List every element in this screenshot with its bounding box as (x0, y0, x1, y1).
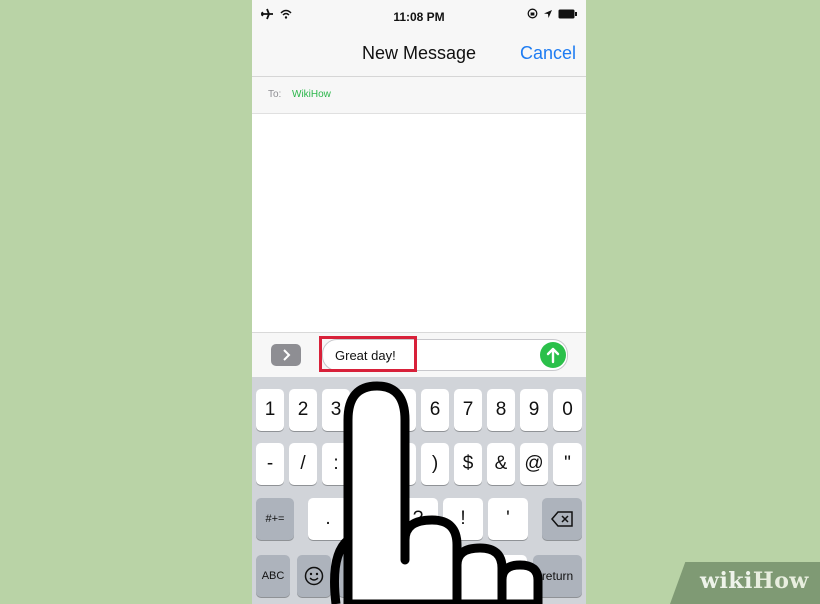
return-key[interactable]: return (533, 555, 582, 597)
key-colon[interactable]: : (322, 443, 350, 485)
key-question[interactable]: ? (398, 498, 438, 540)
key-period[interactable]: . (308, 498, 348, 540)
dictation-key[interactable] (338, 555, 372, 597)
lock-rotation-icon (527, 8, 538, 19)
key-close-paren[interactable]: ) (421, 443, 449, 485)
key-3[interactable]: 3 (322, 389, 350, 431)
recipient-label: To: (268, 89, 282, 100)
space-key[interactable]: space (377, 555, 527, 597)
key-5[interactable]: 5 (388, 389, 416, 431)
key-open-paren[interactable]: ( (388, 443, 416, 485)
recipient-name[interactable]: WikiHow (292, 89, 331, 100)
key-7[interactable]: 7 (454, 389, 482, 431)
key-4[interactable]: 4 (355, 389, 383, 431)
wikihow-logo: wikiHow (700, 568, 809, 594)
highlight-annotation (319, 336, 417, 372)
navigation-bar: New Message Cancel (252, 30, 586, 77)
key-at[interactable]: @ (520, 443, 548, 485)
emoji-icon (304, 566, 324, 586)
chevron-right-icon (283, 349, 291, 361)
key-ampersand[interactable]: & (487, 443, 515, 485)
delete-key[interactable] (542, 498, 582, 540)
symbols-key[interactable]: #+= (256, 498, 294, 540)
key-comma[interactable]: , (353, 498, 393, 540)
logo-how: How (752, 568, 809, 594)
status-bar: 11:08 PM (252, 0, 586, 30)
cancel-button[interactable]: Cancel (520, 43, 576, 64)
key-exclamation[interactable]: ! (443, 498, 483, 540)
phone-screen: 11:08 PM New Message Cancel To: WikiHow … (252, 0, 586, 604)
key-semicolon[interactable]: ; (355, 443, 383, 485)
key-9[interactable]: 9 (520, 389, 548, 431)
send-arrow-up-icon (546, 347, 560, 364)
location-arrow-icon (544, 9, 552, 18)
key-2[interactable]: 2 (289, 389, 317, 431)
key-hyphen[interactable]: - (256, 443, 284, 485)
key-apostrophe[interactable]: ' (488, 498, 528, 540)
emoji-key[interactable] (297, 555, 331, 597)
abc-key[interactable]: ABC (256, 555, 290, 597)
status-right (527, 8, 578, 19)
key-slash[interactable]: / (289, 443, 317, 485)
key-0[interactable]: 0 (553, 389, 582, 431)
key-1[interactable]: 1 (256, 389, 284, 431)
send-button[interactable] (540, 342, 566, 368)
key-quote[interactable]: " (553, 443, 582, 485)
key-6[interactable]: 6 (421, 389, 449, 431)
keyboard: 1 2 3 4 5 6 7 8 9 0 - / : ; ( ) $ & @ " … (252, 377, 586, 604)
recipient-field[interactable]: To: WikiHow (252, 77, 586, 114)
battery-icon (558, 9, 577, 18)
expand-apps-button[interactable] (271, 344, 301, 366)
key-dollar[interactable]: $ (454, 443, 482, 485)
logo-wiki: wiki (700, 568, 753, 594)
backspace-icon (551, 511, 573, 527)
message-thread-area (252, 114, 586, 332)
key-8[interactable]: 8 (487, 389, 515, 431)
compose-bar: Great day! (252, 332, 586, 377)
